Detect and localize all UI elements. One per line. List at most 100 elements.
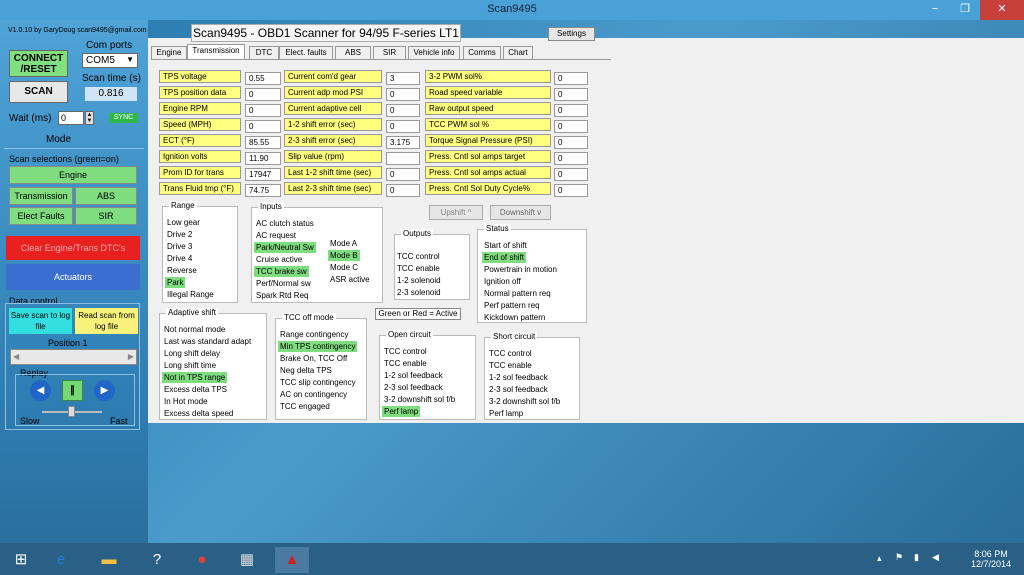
com-port-value: COM5: [86, 55, 115, 66]
folder-icon[interactable]: ▬: [92, 547, 126, 573]
network-icon[interactable]: ▮: [914, 552, 919, 563]
param-label: Current adp mod PSI: [284, 86, 382, 99]
param-label: Press. Cntl Sol Duty Cycle%: [425, 182, 551, 195]
status-item: Park: [165, 277, 186, 288]
mode-label: Mode: [46, 134, 72, 145]
param-label: Ignition volts: [159, 150, 241, 163]
flag-icon[interactable]: ⚑: [895, 552, 903, 563]
tab-dtc[interactable]: DTC: [249, 46, 279, 59]
status-item: Mode B: [328, 250, 360, 261]
ie-icon[interactable]: e: [44, 547, 78, 573]
pause-icon[interactable]: ∥: [62, 380, 83, 401]
version-label: V1.0.10 by GaryDoug scan9495@gmail.com: [8, 27, 147, 34]
downshift-button[interactable]: Downshift v: [490, 205, 551, 220]
upshift-button[interactable]: Upshift ^: [429, 205, 483, 220]
param-label: TPS position data: [159, 86, 241, 99]
param-label: Current com'd gear: [284, 70, 382, 83]
param-label: TPS voltage: [159, 70, 241, 83]
status-item: Brake On, TCC Off: [280, 354, 348, 363]
param-value: 17947: [245, 168, 281, 181]
param-label: Torque Signal Pressure (PSI): [425, 134, 551, 147]
param-value: 0: [554, 72, 588, 85]
param-label: Press. Cntl sol amps target: [425, 150, 551, 163]
tab-abs[interactable]: ABS: [335, 46, 371, 59]
calculator-icon[interactable]: ▦: [230, 547, 264, 573]
sir-select-button[interactable]: SIR: [75, 207, 137, 225]
status-item: Park/Neutral Sw: [254, 242, 316, 253]
tab-vehicle-info[interactable]: Vehicle info: [408, 46, 460, 59]
status-item: TCC control: [397, 252, 440, 261]
status-item: Drive 4: [167, 254, 193, 263]
status-item: Not in TPS range: [162, 372, 228, 383]
param-value: [386, 152, 420, 165]
rewind-icon[interactable]: ◀: [30, 380, 51, 401]
read-log-button[interactable]: Read scan from log file: [75, 308, 138, 334]
volume-icon[interactable]: ◀: [932, 552, 939, 563]
wait-stepper[interactable]: ▲ ▼: [85, 111, 94, 125]
maximize-button[interactable]: ❐: [950, 0, 980, 20]
status-item: Perf/Normal sw: [256, 279, 311, 288]
status-item: Reverse: [167, 266, 197, 275]
scroll-left-icon[interactable]: ◀: [13, 352, 19, 361]
param-label: 1-2 shift error (sec): [284, 118, 382, 131]
status-item: AC on contingency: [280, 390, 348, 399]
transmission-select-button[interactable]: Transmission: [9, 187, 73, 205]
param-value: 0: [245, 120, 281, 133]
settings-button[interactable]: Settings: [548, 27, 595, 41]
chevron-down-icon: ▼: [126, 55, 134, 64]
scan9495-car-icon[interactable]: ▲: [275, 547, 309, 573]
minimize-button[interactable]: −: [920, 0, 950, 20]
status-item: 3-2 downshift sol f/b: [384, 395, 456, 404]
tab-elect-faults[interactable]: Elect. faults: [279, 46, 333, 59]
status-item: TCC enable: [397, 264, 440, 273]
param-value: 3: [386, 72, 420, 85]
tab-sir[interactable]: SIR: [373, 46, 406, 59]
abs-select-button[interactable]: ABS: [75, 187, 137, 205]
play-icon[interactable]: ▶: [94, 380, 115, 401]
status-item: Neg delta TPS: [280, 366, 332, 375]
scan-button[interactable]: SCAN: [9, 81, 68, 103]
tab-engine[interactable]: Engine: [151, 46, 187, 59]
wait-input[interactable]: 0: [58, 111, 84, 125]
param-label: Slip value (rpm): [284, 150, 382, 163]
param-value: 74.75: [245, 184, 281, 197]
status-item: Illegal Range: [167, 290, 214, 299]
param-value: 0: [554, 168, 588, 181]
open-circuit-group: Open circuit TCC control TCC enable 1-2 sol…: [379, 330, 476, 420]
save-log-button[interactable]: Save scan to log file: [9, 308, 72, 334]
close-button[interactable]: ✕: [980, 0, 1024, 20]
status-item: End of shift: [482, 252, 527, 263]
param-value: 0.55: [245, 72, 281, 85]
status-title: Status: [484, 224, 511, 233]
tab-transmission[interactable]: Transmission: [187, 44, 245, 59]
short-title: Short circuit: [491, 332, 538, 341]
status-item: Min TPS contingency: [278, 341, 358, 352]
open-title: Open circuit: [386, 330, 433, 339]
elect-faults-select-button[interactable]: Elect Faults: [9, 207, 73, 225]
inputs-group: Inputs AC clutch status AC request Park/Neu…: [251, 202, 383, 303]
chrome-icon[interactable]: ●: [185, 547, 219, 573]
com-port-select[interactable]: COM5 ▼: [82, 53, 138, 68]
param-value: 0: [554, 152, 588, 165]
position-scrollbar[interactable]: ◀ ▶: [10, 349, 137, 365]
help-icon[interactable]: ?: [140, 547, 174, 573]
range-group: Range Low gear Drive 2 Drive 3 Drive 4 Revers…: [162, 201, 238, 303]
tab-comms[interactable]: Comms: [463, 46, 501, 59]
tray-up-icon[interactable]: ▴: [877, 553, 882, 564]
scroll-right-icon[interactable]: ▶: [128, 352, 134, 361]
tab-chart[interactable]: Chart: [503, 46, 533, 59]
status-item: 1-2 sol feedback: [489, 373, 548, 382]
connect-button[interactable]: CONNECT /RESET: [9, 50, 68, 77]
clear-dtc-button[interactable]: Clear Engine/Trans DTC's: [6, 236, 140, 260]
param-label: TCC PWM sol %: [425, 118, 551, 131]
status-item: Perf pattern req: [484, 301, 540, 310]
status-item: Spark Rtd Req: [256, 291, 309, 300]
status-item: TCC enable: [489, 361, 532, 370]
actuators-button[interactable]: Actuators: [6, 264, 140, 290]
clock[interactable]: 8:06 PM 12/7/2014: [962, 549, 1020, 569]
speed-slider-handle[interactable]: [68, 406, 75, 417]
param-value: 0: [386, 88, 420, 101]
status-item: ASR active: [330, 275, 370, 284]
engine-select-button[interactable]: Engine: [9, 166, 137, 184]
start-icon[interactable]: ⊞: [4, 547, 38, 573]
